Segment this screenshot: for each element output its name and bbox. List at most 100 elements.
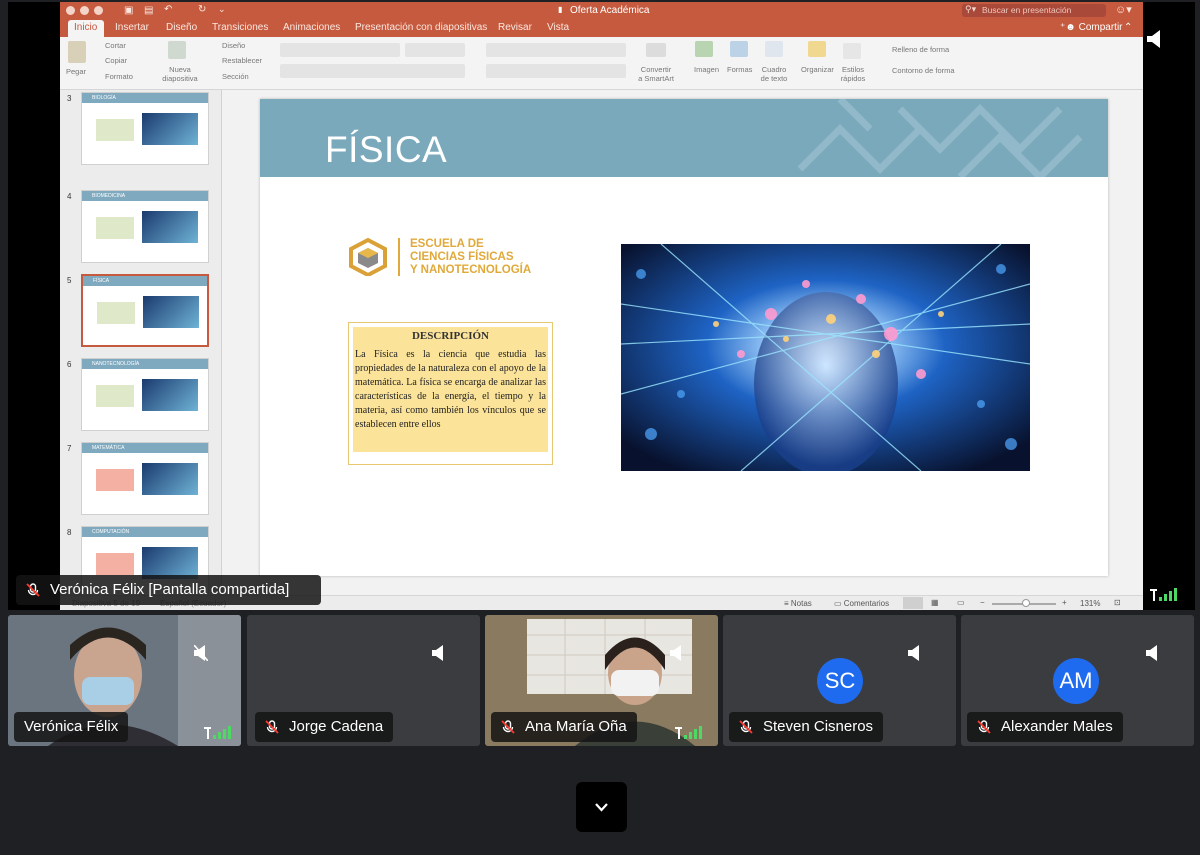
participant-tile-2[interactable]: Jorge Cadena (247, 615, 480, 746)
participant-name-chip-3: Ana María Oña (491, 712, 637, 742)
thumbnail-title: BIOLOGÍA (92, 95, 116, 101)
cuadro-texto-label: Cuadro de texto (760, 65, 788, 83)
textbox-icon[interactable] (765, 41, 783, 57)
avatar: SC (817, 658, 863, 704)
smartart-icon[interactable] (646, 43, 666, 57)
notes-button[interactable]: ≡ Notas (784, 599, 812, 608)
tab-insertar[interactable]: Insertar (115, 22, 149, 33)
tab-vista[interactable]: Vista (547, 22, 569, 33)
comments-label: Comentarios (843, 599, 890, 608)
tab-animaciones[interactable]: Animaciones (283, 22, 340, 33)
fit-window-icon[interactable]: ⊡ (1114, 598, 1121, 607)
notes-label: Notas (790, 599, 812, 608)
diseno-button[interactable]: Diseño (222, 41, 245, 50)
chevron-down-icon (595, 803, 608, 812)
copiar-button[interactable]: Copiar (105, 56, 127, 65)
tab-diseno[interactable]: Diseño (166, 22, 197, 33)
slide-thumbnail[interactable]: BIOMEDICINA (81, 190, 209, 263)
quick-styles-icon[interactable] (843, 43, 861, 59)
tab-presentacion[interactable]: Presentación con diapositivas (355, 22, 487, 33)
tab-transiciones[interactable]: Transiciones (212, 22, 268, 33)
slide-thumbnail[interactable]: BIOLOGÍA (81, 92, 209, 165)
comments-icon: ▭ (834, 599, 844, 608)
share-button[interactable]: ⁺☻ Compartir (1060, 22, 1123, 33)
participant-tile-5[interactable]: AM Alexander Males (961, 615, 1194, 746)
tab-revisar[interactable]: Revisar (498, 22, 532, 33)
thumbnail-header: FÍSICA (83, 276, 207, 286)
customize-toolbar-icon[interactable]: ⌄ (218, 4, 226, 15)
list-buttons[interactable] (486, 43, 626, 57)
document-icon: ▮ (558, 5, 563, 14)
mic-muted-icon (739, 720, 753, 734)
arrange-icon[interactable] (808, 41, 826, 57)
font-name-select[interactable] (280, 43, 400, 57)
contorno-forma-button[interactable]: Contorno de forma (892, 66, 955, 75)
thumbnail-text-block (96, 217, 134, 239)
save-icon[interactable]: ▤ (144, 5, 153, 16)
zoom-slider-thumb[interactable] (1022, 599, 1030, 607)
shared-screen-signal-icon (1150, 588, 1177, 601)
collapse-gallery-button[interactable] (576, 782, 627, 832)
thumbnail-image (142, 463, 198, 495)
maximize-window-button[interactable] (94, 6, 103, 15)
organizar-label: Organizar (801, 65, 834, 74)
restablecer-button[interactable]: Restablecer (222, 56, 262, 65)
image-icon[interactable] (695, 41, 713, 57)
mic-muted-icon (501, 720, 515, 734)
thumbnail-title: BIOMEDICINA (92, 193, 126, 199)
search-box[interactable]: ⚲▾ Buscar en presentación (962, 4, 1106, 17)
normal-view-button[interactable] (903, 597, 923, 609)
slide-canvas[interactable]: FÍSICA ESCUELA DE CIENCIAS FÍSICAS Y NAN… (260, 99, 1108, 576)
description-title: DESCRIPCIÓN (411, 330, 489, 342)
comments-button[interactable]: ▭ Comentarios (834, 599, 889, 608)
presenter-label-text: Verónica Félix [Pantalla compartida] (50, 581, 290, 598)
window-title: Oferta Académica (570, 5, 650, 16)
ribbon: Pegar Cortar Copiar Formato Nueva diapos… (60, 37, 1143, 90)
tab-inicio[interactable]: Inicio (74, 22, 97, 33)
participant-tile-3[interactable]: Ana María Oña (485, 615, 718, 746)
slide-sorter-icon[interactable]: ▦ (931, 598, 939, 607)
zoom-out-button[interactable]: − (980, 598, 985, 607)
sidebar-toggle-icon[interactable]: ▣ (124, 5, 133, 16)
cortar-button[interactable]: Cortar (105, 41, 126, 50)
close-window-button[interactable] (66, 6, 75, 15)
powerpoint-window: ▣ ▤ ↶ ↻ ⌄ ▮ Oferta Académica ⚲▾ Buscar e… (60, 2, 1143, 610)
participant-name-4: Steven Cisneros (763, 718, 874, 735)
thumbnail-image (142, 379, 198, 411)
share-label: Compartir (1078, 22, 1123, 33)
reading-view-icon[interactable]: ▭ (957, 598, 965, 607)
speaker-icon (908, 645, 919, 661)
zoom-level[interactable]: 131% (1080, 599, 1100, 608)
slide-thumbnail[interactable]: MATEMÁTICA (81, 442, 209, 515)
participant-tile-4[interactable]: SC Steven Cisneros (723, 615, 956, 746)
participant-tile-1[interactable]: Verónica Félix (8, 615, 241, 746)
font-format-buttons[interactable] (280, 64, 465, 78)
align-buttons[interactable] (486, 64, 626, 78)
participant-name-3: Ana María Oña (525, 718, 627, 735)
thumbnail-text-block (96, 469, 134, 491)
redo-icon[interactable]: ↻ (198, 4, 206, 15)
new-slide-icon[interactable] (168, 41, 186, 59)
minimize-window-button[interactable] (80, 6, 89, 15)
presenter-label: Verónica Félix [Pantalla compartida] (16, 575, 321, 605)
relleno-forma-button[interactable]: Relleno de forma (892, 45, 949, 54)
participant-name-5: Alexander Males (1001, 718, 1113, 735)
account-icon[interactable]: ☺▾ (1115, 3, 1132, 16)
thumbnail-text-block (96, 119, 134, 141)
paste-icon[interactable] (68, 41, 86, 63)
school-line-2: CIENCIAS FÍSICAS (410, 251, 514, 263)
avatar: AM (1053, 658, 1099, 704)
seccion-button[interactable]: Sección (222, 72, 249, 81)
formato-button[interactable]: Formato (105, 72, 133, 81)
undo-icon[interactable]: ↶ (164, 4, 172, 15)
title-bar: ▣ ▤ ↶ ↻ ⌄ ▮ Oferta Académica ⚲▾ Buscar e… (60, 2, 1143, 19)
slide-thumbnail[interactable]: FÍSICA (81, 274, 209, 347)
slide-thumbnail[interactable]: NANOTECNOLOGÍA (81, 358, 209, 431)
school-line-3: Y NANOTECNOLOGÍA (410, 264, 532, 276)
font-size-controls[interactable] (405, 43, 465, 57)
collapse-ribbon-icon[interactable]: ⌃ (1124, 22, 1132, 33)
estilos-rapidos-label: Estilos rápidos (840, 65, 866, 83)
shapes-icon[interactable] (730, 41, 748, 57)
zoom-in-button[interactable]: + (1062, 598, 1067, 607)
thumbnail-title: COMPUTACIÓN (92, 529, 130, 535)
